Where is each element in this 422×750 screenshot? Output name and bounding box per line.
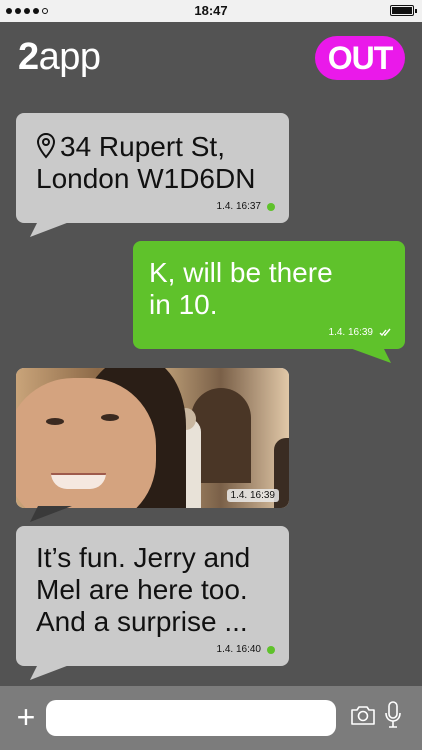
app-title: 2app — [18, 36, 101, 79]
battery-icon — [390, 5, 417, 16]
message-bubble-incoming-photo[interactable]: 1.4. 16:39 — [16, 368, 289, 508]
bubble-tail — [30, 506, 72, 522]
composer-bar: + — [0, 686, 422, 750]
photo-image[interactable] — [16, 368, 289, 508]
message-meta: 1.4. 16:39 — [329, 327, 391, 338]
message-bubble-incoming[interactable]: It’s fun. Jerry and Mel are here too. An… — [16, 526, 289, 666]
message-input[interactable] — [46, 700, 336, 736]
message-line: Mel are here too. — [36, 574, 248, 605]
out-button[interactable]: OUT — [315, 36, 405, 80]
message-meta: 1.4. 16:37 — [217, 201, 275, 212]
message-text: K, will be there in 10. — [149, 257, 333, 321]
message-text: It’s fun. Jerry and Mel are here too. An… — [36, 542, 250, 638]
bubble-tail — [30, 664, 72, 680]
message-time: 1.4. 16:37 — [216, 201, 261, 212]
microphone-icon[interactable] — [384, 700, 402, 730]
message-bubble-incoming-location[interactable]: 34 Rupert St, London W1D6DN 1.4. 16:37 — [16, 113, 289, 223]
message-line: K, will be there — [149, 257, 333, 288]
status-bar: 18:47 — [0, 0, 422, 22]
green-dot-icon — [267, 645, 275, 654]
green-dot-icon — [267, 202, 275, 211]
message-line: 34 Rupert St, — [36, 131, 255, 163]
camera-icon[interactable] — [350, 704, 376, 726]
message-line: And a surprise ... — [36, 606, 248, 637]
double-check-icon — [379, 328, 391, 337]
message-bubble-outgoing[interactable]: K, will be there in 10. 1.4. 16:39 — [133, 241, 405, 349]
chat-screen: 18:47 2app OUT 34 Rupert St, London W1D6… — [0, 0, 422, 750]
message-text: 34 Rupert St, London W1D6DN — [36, 131, 255, 195]
message-line: It’s fun. Jerry and — [36, 542, 251, 573]
app-title-bold: 2 — [18, 36, 39, 78]
app-title-rest: app — [38, 36, 101, 78]
message-meta: 1.4. 16:40 — [217, 644, 275, 655]
plus-icon[interactable]: + — [12, 699, 40, 735]
message-line: London W1D6DN — [36, 163, 256, 194]
bubble-tail — [347, 347, 391, 363]
message-time: 1.4. 16:39 — [328, 327, 373, 338]
bubble-tail — [30, 221, 72, 237]
message-time: 1.4. 16:40 — [216, 644, 261, 655]
message-line: in 10. — [149, 289, 218, 320]
message-time: 1.4. 16:39 — [226, 489, 279, 502]
location-pin-icon — [36, 133, 56, 159]
status-time: 18:47 — [194, 3, 228, 18]
